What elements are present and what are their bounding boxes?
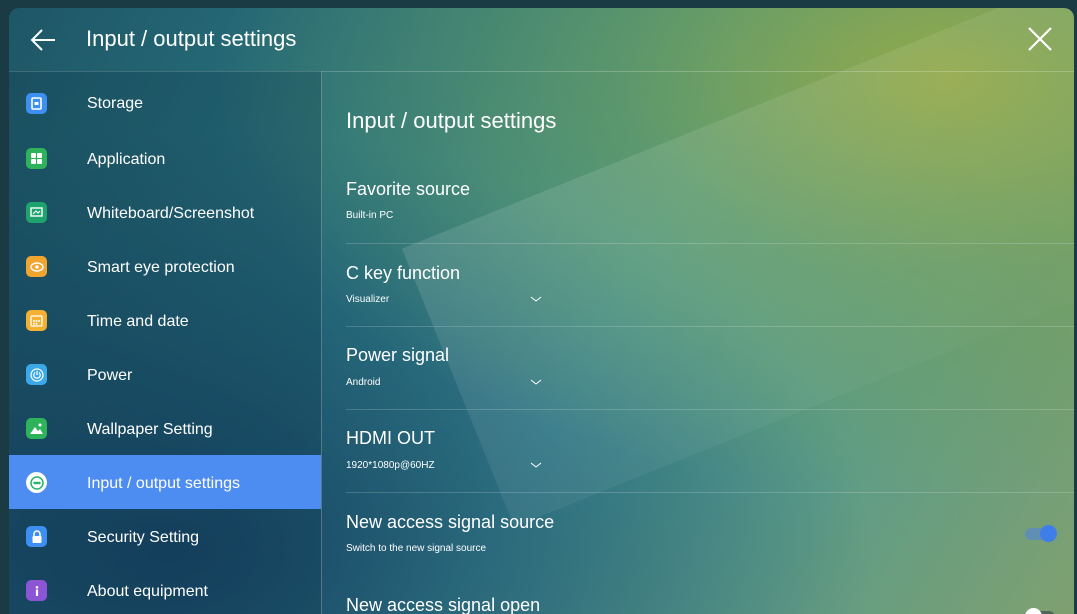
dropdown-value[interactable]: Android — [346, 377, 380, 388]
lock-icon — [26, 526, 47, 547]
close-button[interactable] — [1025, 24, 1055, 54]
setting-description: Switch to the new signal source — [346, 543, 487, 554]
sidebar-item-storage[interactable]: Storage — [9, 77, 321, 131]
whiteboard-icon — [26, 202, 47, 223]
sidebar-item-label: Storage — [87, 95, 144, 112]
sidebar-item-whiteboard[interactable]: Whiteboard/Screenshot — [9, 185, 321, 239]
storage-icon — [26, 93, 47, 114]
input-output-icon — [26, 472, 47, 493]
power-icon — [26, 364, 47, 385]
page-title: Input / output settings — [346, 108, 557, 133]
sidebar-item-security[interactable]: Security Setting — [9, 509, 321, 563]
setting-value: Built-in PC — [346, 210, 394, 221]
toggle-knob — [1040, 525, 1057, 542]
new-signal-open-toggle[interactable] — [1025, 608, 1059, 614]
divider — [346, 243, 1074, 244]
sidebar-item-label: Power — [87, 367, 133, 384]
application-icon — [26, 148, 47, 169]
setting-hdmi-out[interactable]: HDMI OUT 1920*1080p@60HZ — [322, 420, 1074, 493]
sidebar-item-label: About equipment — [87, 583, 208, 600]
setting-power-signal[interactable]: Power signal Android — [322, 337, 1074, 410]
sidebar-item-power[interactable]: Power — [9, 347, 321, 401]
setting-title: New access signal open — [346, 595, 541, 614]
settings-window: Input / output settings Storage Applicat… — [9, 8, 1074, 614]
divider — [346, 326, 1074, 327]
chevron-down-icon[interactable] — [529, 460, 543, 470]
setting-title: C key function — [346, 263, 461, 283]
sidebar-item-label: Whiteboard/Screenshot — [87, 205, 255, 222]
setting-c-key-function[interactable]: C key function Visualizer — [322, 254, 1074, 327]
setting-title: Favorite source — [346, 179, 471, 199]
eye-icon — [26, 256, 47, 277]
sidebar-item-eye-protection[interactable]: Smart eye protection — [9, 239, 321, 293]
main-content: Input / output settings Favorite source … — [322, 71, 1074, 614]
divider — [346, 409, 1074, 410]
sidebar-item-label: Security Setting — [87, 529, 200, 546]
back-arrow-icon — [30, 29, 55, 51]
sidebar-item-application[interactable]: Application — [9, 131, 321, 185]
sidebar-item-label: Application — [87, 151, 166, 168]
setting-title: New access signal source — [346, 512, 555, 532]
new-signal-source-toggle[interactable] — [1025, 525, 1059, 542]
wallpaper-icon — [26, 418, 47, 439]
dropdown-value[interactable]: Visualizer — [346, 294, 389, 305]
sidebar: Storage Application Whiteboard/Screensho… — [9, 71, 322, 614]
close-icon — [1028, 27, 1052, 51]
info-icon — [26, 580, 47, 601]
top-bar: Input / output settings — [9, 8, 1074, 72]
sidebar-item-label: Input / output settings — [87, 475, 240, 492]
sidebar-item-time-date[interactable]: Time and date — [9, 293, 321, 347]
setting-new-access-signal-open[interactable]: New access signal open — [322, 586, 1074, 614]
sidebar-item-label: Time and date — [87, 313, 189, 330]
setting-new-access-signal-source[interactable]: New access signal source Switch to the n… — [322, 503, 1074, 575]
toggle-knob — [1025, 608, 1042, 614]
sidebar-item-wallpaper[interactable]: Wallpaper Setting — [9, 401, 321, 455]
dropdown-value[interactable]: 1920*1080p@60HZ — [346, 460, 435, 471]
calendar-icon — [26, 310, 47, 331]
sidebar-item-label: Smart eye protection — [87, 259, 235, 276]
chevron-down-icon[interactable] — [529, 294, 543, 304]
setting-title: Power signal — [346, 345, 450, 365]
setting-favorite-source[interactable]: Favorite source Built-in PC — [322, 171, 1074, 244]
setting-title: HDMI OUT — [346, 428, 435, 448]
divider — [346, 492, 1074, 493]
sidebar-item-input-output[interactable]: Input / output settings — [9, 455, 321, 509]
sidebar-item-about[interactable]: About equipment — [9, 563, 321, 614]
back-button[interactable] — [29, 26, 59, 54]
sidebar-item-label: Wallpaper Setting — [87, 421, 213, 438]
chevron-down-icon[interactable] — [529, 377, 543, 387]
window-title: Input / output settings — [86, 26, 297, 51]
